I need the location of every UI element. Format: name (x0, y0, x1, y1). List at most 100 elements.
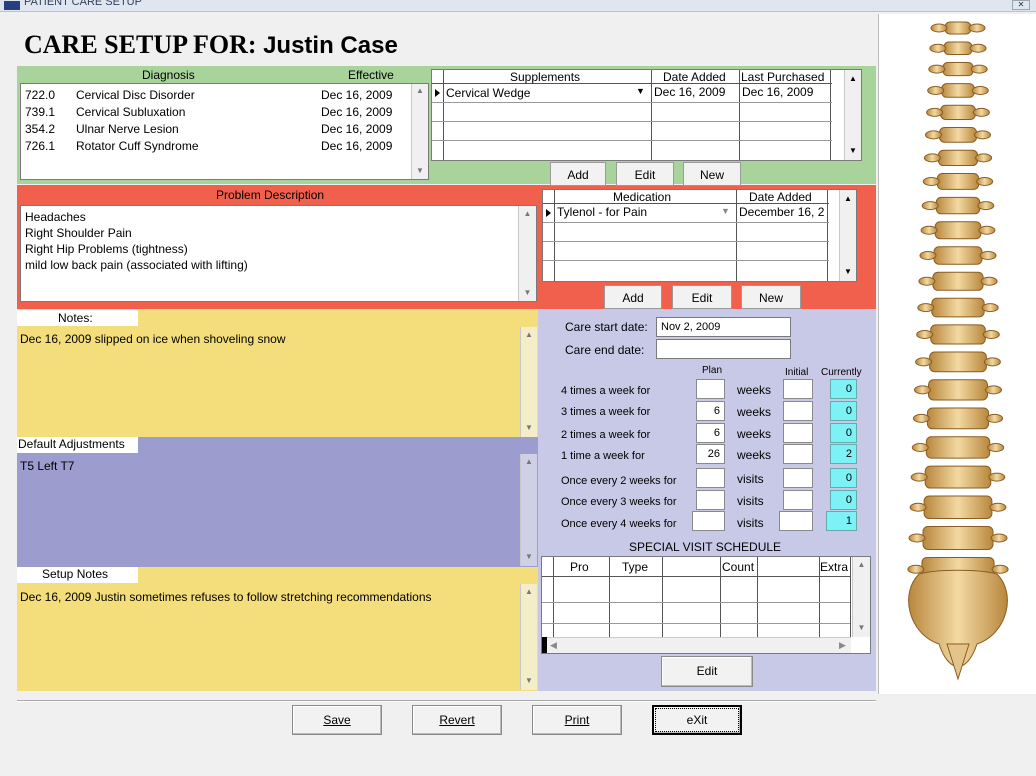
vertebra-process (915, 357, 933, 367)
vertebra-process (974, 130, 991, 140)
vertebra (931, 297, 985, 318)
supplement-edit-button[interactable]: Edit (616, 162, 674, 186)
scroll-down-icon[interactable]: ▼ (853, 623, 870, 632)
vertebra (933, 246, 983, 265)
special-edit-button[interactable]: Edit (661, 656, 753, 687)
diagnosis-list[interactable]: 722.0 Cervical Disc Disorder Dec 16, 200… (20, 83, 429, 180)
exit-button[interactable]: eXit (652, 705, 742, 735)
vertebra-process (968, 23, 986, 33)
special-type-header: Type (622, 560, 649, 574)
plan-input[interactable]: 26 (696, 444, 725, 464)
vertebra-process (972, 107, 990, 117)
row-pointer-icon (546, 209, 551, 217)
vertebra-process (919, 251, 937, 260)
scroll-up-icon[interactable]: ▲ (412, 86, 428, 95)
supplements-grid[interactable]: Supplements Date Added Last Purchased Ce… (431, 69, 862, 161)
special-extra-header: Extra (820, 560, 849, 574)
care-start-input[interactable]: Nov 2, 2009 (656, 317, 791, 337)
vertebra-process (930, 23, 948, 33)
adjustments-scrollbar[interactable]: ▲ ▼ (520, 454, 537, 566)
vertebra-process (969, 43, 987, 53)
scroll-up-icon[interactable]: ▲ (853, 560, 870, 569)
supplements-scrollbar[interactable]: ▲ ▼ (844, 70, 861, 160)
plan-unit: visits (737, 472, 764, 486)
special-hscrollbar[interactable]: ◀ ▶ (547, 637, 851, 653)
scroll-up-icon[interactable]: ▲ (519, 209, 536, 218)
initial-input[interactable] (783, 468, 813, 488)
vertebra (930, 324, 986, 345)
vertebra (937, 149, 979, 167)
medication-name[interactable]: Tylenol - for Pain (557, 205, 647, 219)
save-button[interactable]: Save (292, 705, 382, 735)
supplement-date-added: Dec 16, 2009 (654, 85, 726, 99)
plan-input[interactable] (696, 379, 725, 399)
supplement-name[interactable]: Cervical Wedge (446, 86, 530, 100)
vertebra (944, 21, 972, 35)
notes-text[interactable]: Dec 16, 2009 slipped on ice when shoveli… (20, 332, 286, 346)
plan-unit: weeks (737, 427, 772, 441)
scroll-up-icon[interactable]: ▲ (521, 457, 537, 466)
print-button[interactable]: Print (532, 705, 622, 735)
initial-input[interactable] (783, 444, 813, 464)
vertebra-process (975, 153, 993, 163)
problem-textarea[interactable]: Headaches Right Shoulder Pain Right Hip … (20, 205, 537, 302)
scroll-down-icon[interactable]: ▼ (412, 166, 428, 175)
current-count: 1 (826, 511, 857, 531)
vertebra (924, 465, 992, 489)
vertebra-process (991, 564, 1009, 574)
care-end-input[interactable] (656, 339, 791, 359)
medication-edit-button[interactable]: Edit (672, 285, 732, 309)
medication-grid[interactable]: Medication Date Added Tylenol - for Pain… (542, 189, 857, 282)
problem-scrollbar[interactable]: ▲ ▼ (518, 206, 536, 301)
scroll-down-icon[interactable]: ▼ (845, 146, 861, 155)
adjustments-text[interactable]: T5 Left T7 (20, 459, 74, 473)
plan-header: Plan (702, 365, 723, 376)
initial-input[interactable] (783, 401, 813, 421)
close-icon[interactable]: ✕ (1012, 0, 1030, 10)
scroll-down-icon[interactable]: ▼ (840, 267, 856, 276)
vertebra (939, 127, 977, 143)
initial-input[interactable] (783, 490, 813, 510)
window-title: PATIENT CARE SETUP (24, 0, 142, 8)
scroll-down-icon[interactable]: ▼ (521, 676, 537, 685)
revert-button[interactable]: Revert (412, 705, 502, 735)
plan-input[interactable] (696, 490, 725, 510)
scroll-left-icon[interactable]: ◀ (550, 640, 557, 651)
plan-input[interactable] (692, 511, 725, 531)
diagnosis-scrollbar[interactable]: ▲ ▼ (411, 84, 428, 179)
diagnosis-name: Cervical Subluxation (76, 105, 186, 119)
notes-scrollbar[interactable]: ▲ ▼ (520, 327, 537, 437)
setup-notes-scrollbar[interactable]: ▲ ▼ (520, 584, 537, 690)
setup-notes-text[interactable]: Dec 16, 2009 Justin sometimes refuses to… (20, 590, 432, 604)
dropdown-arrow-icon[interactable]: ▼ (721, 206, 730, 216)
medication-scrollbar[interactable]: ▲ ▼ (839, 190, 856, 281)
supplement-new-button[interactable]: New (683, 162, 741, 186)
adjustments-panel (17, 437, 538, 567)
medication-new-button[interactable]: New (741, 285, 801, 309)
scroll-down-icon[interactable]: ▼ (521, 423, 537, 432)
current-count: 0 (830, 379, 857, 399)
plan-input[interactable]: 6 (696, 423, 725, 443)
scroll-down-icon[interactable]: ▼ (521, 552, 537, 561)
supplement-last-purchased: Dec 16, 2009 (742, 85, 814, 99)
plan-row-label: Once every 3 weeks for (561, 496, 677, 508)
scroll-up-icon[interactable]: ▲ (521, 330, 537, 339)
scroll-down-icon[interactable]: ▼ (519, 288, 536, 297)
medication-add-button[interactable]: Add (604, 285, 662, 309)
special-vscrollbar[interactable]: ▲ ▼ (852, 557, 870, 637)
dropdown-arrow-icon[interactable]: ▼ (636, 86, 645, 96)
plan-row-label: 2 times a week for (561, 429, 651, 441)
initial-input[interactable] (783, 379, 813, 399)
initial-input[interactable] (779, 511, 813, 531)
supplement-add-button[interactable]: Add (550, 162, 606, 186)
vertebra (935, 196, 981, 215)
vertebra-process (910, 472, 928, 482)
special-visit-grid[interactable]: Pro Type Count Extra ▲ ▼ ◀ ▶ (541, 556, 871, 654)
plan-input[interactable]: 6 (696, 401, 725, 421)
scroll-up-icon[interactable]: ▲ (845, 74, 861, 83)
initial-input[interactable] (783, 423, 813, 443)
scroll-up-icon[interactable]: ▲ (840, 194, 856, 203)
scroll-right-icon[interactable]: ▶ (839, 640, 846, 651)
scroll-up-icon[interactable]: ▲ (521, 587, 537, 596)
plan-input[interactable] (696, 468, 725, 488)
